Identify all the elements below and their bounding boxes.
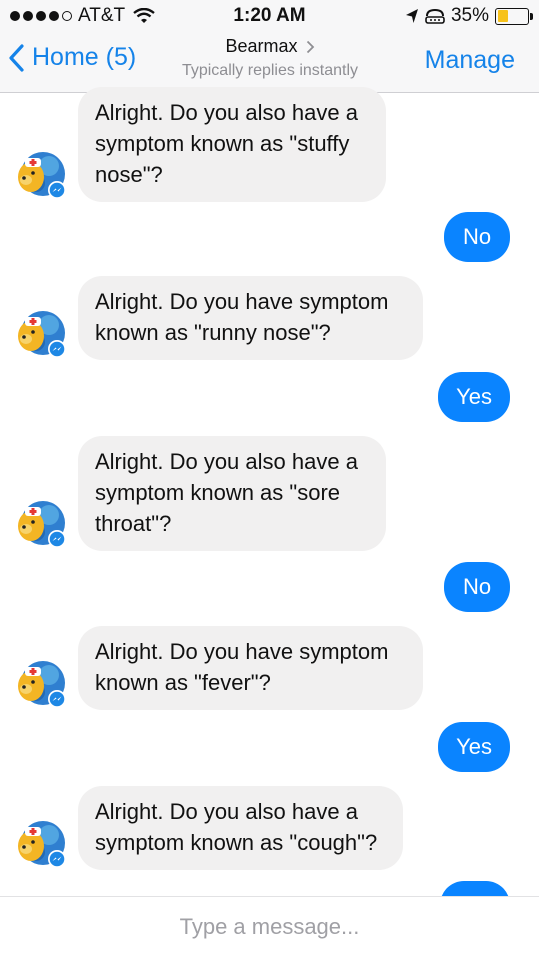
bot-avatar-icon[interactable]: [14, 496, 66, 548]
bot-avatar-icon[interactable]: [14, 656, 66, 708]
manage-button[interactable]: Manage: [425, 46, 515, 75]
bot-message-bubble[interactable]: Alright. Do you have symptom known as "r…: [78, 276, 423, 360]
chevron-left-icon: [9, 43, 24, 72]
conversation-title-block[interactable]: Bearmax Typically replies instantly: [150, 36, 390, 80]
bot-message-bubble[interactable]: Alright. Do you have symptom known as "f…: [78, 626, 423, 710]
location-arrow-icon: [405, 9, 418, 23]
status-right: 35%: [405, 5, 533, 27]
status-bar: AT&T 1:20 AM 35%: [0, 0, 539, 30]
battery-icon: [495, 7, 533, 25]
chevron-right-icon: [306, 40, 314, 53]
bot-avatar-icon[interactable]: [14, 816, 66, 868]
conversation-header: Home (5) Bearmax Typically replies insta…: [0, 30, 539, 93]
conversation-title: Bearmax: [225, 36, 298, 56]
message-input[interactable]: Type a message...: [0, 914, 539, 940]
bot-avatar-icon[interactable]: [14, 306, 66, 358]
back-button-label: Home (5): [32, 43, 137, 71]
composer: Type a message...: [0, 896, 539, 960]
user-message-bubble[interactable]: No: [444, 562, 510, 612]
bot-message-bubble[interactable]: Alright. Do you also have a symptom know…: [78, 436, 386, 551]
user-message-bubble[interactable]: No: [444, 212, 510, 262]
bot-message-bubble[interactable]: Alright. Do you also have a symptom know…: [78, 87, 386, 202]
back-button[interactable]: Home (5): [8, 43, 136, 72]
messenger-screen: AT&T 1:20 AM 35% Home (5) Bearmax Typica…: [0, 0, 539, 960]
conversation-subtitle: Typically replies instantly: [181, 62, 359, 79]
alarm-icon: [425, 8, 445, 24]
bot-avatar-icon[interactable]: [14, 147, 66, 199]
user-message-bubble[interactable]: Yes: [438, 722, 510, 772]
user-message-bubble[interactable]: Yes: [438, 372, 510, 422]
bot-message-bubble[interactable]: Alright. Do you also have a symptom know…: [78, 786, 403, 870]
battery-percent: 35%: [450, 5, 489, 26]
